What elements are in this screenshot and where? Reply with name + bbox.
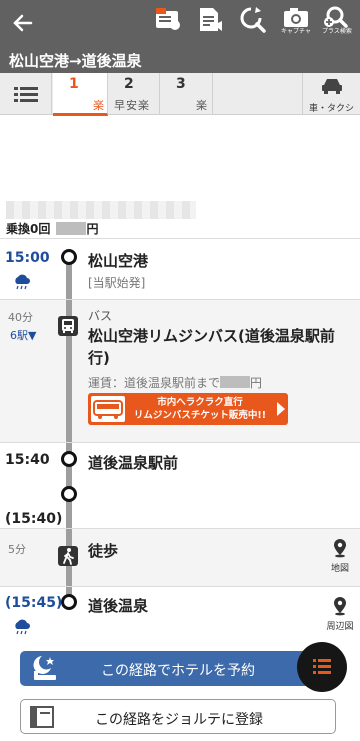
- walking-person-icon: [58, 546, 78, 566]
- bus-fare-unit: 円: [250, 376, 263, 390]
- route-summary: 乗換0回 円: [6, 220, 99, 237]
- walk-start-node: [61, 486, 77, 502]
- car-taxi-tab[interactable]: 車・タクシ: [302, 73, 360, 115]
- area-map-label: 周辺図: [326, 622, 354, 632]
- list-menu-icon: [313, 659, 331, 674]
- walk-segment: [0, 529, 360, 586]
- banner-arrow-icon: [277, 402, 285, 416]
- bus-fare: 運賃：道後温泉駅前まで 円: [88, 374, 262, 391]
- route-title-bar: 松山空港→道後温泉: [0, 45, 360, 73]
- tab-route-1[interactable]: 1 楽: [53, 73, 108, 116]
- bus-fare-label: 運賃：道後温泉駅前まで: [88, 376, 221, 390]
- bus-logo-icon: [91, 396, 125, 422]
- arrival-station[interactable]: 道後温泉駅前: [88, 452, 178, 473]
- map-label: 地図: [330, 564, 349, 574]
- bus-duration: 40分: [8, 311, 33, 324]
- tab-1-number: 1: [69, 76, 79, 92]
- ad-space: [0, 116, 360, 198]
- arrow-left-icon[interactable]: [10, 10, 36, 36]
- area-map-button[interactable]: 周辺図: [322, 596, 358, 632]
- bus-icon: [58, 316, 78, 336]
- jorte-register-button[interactable]: この経路をジョルテに登録: [20, 699, 336, 734]
- rain-cloud-icon: [15, 619, 30, 635]
- app-bar: キャプチャ プラス検索: [0, 0, 360, 45]
- map-pin-icon: [334, 539, 346, 558]
- banner-line-2: リムジンバスチケット販売中!!: [133, 410, 267, 421]
- tab-3-number: 3: [176, 76, 186, 92]
- walk-duration: 5分: [8, 543, 26, 556]
- station-node: [61, 451, 77, 467]
- divider: [0, 442, 360, 443]
- departure-time: 15:00: [5, 250, 50, 266]
- arrival-time: 15:40: [5, 452, 50, 468]
- tab-2-tag-fast: 早: [114, 99, 125, 112]
- walk-start-time: (15:40): [5, 511, 63, 527]
- car-taxi-label: 車・タクシ: [308, 104, 354, 114]
- transit-card-icon[interactable]: [150, 5, 184, 43]
- menu-list-fab[interactable]: [297, 642, 347, 692]
- bus-stops-toggle[interactable]: 6駅▼: [10, 327, 36, 343]
- bus-fare-redacted: [220, 376, 251, 388]
- tab-route-3[interactable]: 3 楽: [160, 73, 213, 115]
- route-tabs: 1 楽 2 早安楽 3 楽 車・タクシ: [0, 73, 360, 116]
- plus-search-caption: プラス検索: [322, 28, 352, 35]
- jorte-register-label: この経路をジョルテに登録: [95, 712, 263, 728]
- divider: [0, 238, 360, 239]
- tab-2-tag-cheap: 安: [126, 99, 137, 112]
- camera-caption: キャプチャ: [281, 28, 311, 35]
- destination-station[interactable]: 道後温泉: [88, 595, 148, 616]
- banner-line-1: 市内へラクラク直行: [157, 397, 243, 408]
- tab-1-tag: 楽: [93, 99, 104, 112]
- station-node: [61, 249, 77, 265]
- bus-line-name[interactable]: 松山空港リムジンバス(道後温泉駅前行): [88, 325, 350, 369]
- map-pin-icon: [334, 597, 346, 616]
- map-button[interactable]: 地図: [322, 538, 358, 574]
- divider: [0, 586, 360, 587]
- bus-type: バス: [88, 309, 113, 323]
- tab-3-tag: 楽: [196, 99, 207, 112]
- transfer-count: 乗換0回: [6, 222, 51, 236]
- camera-icon[interactable]: キャプチャ: [279, 5, 313, 43]
- departure-note: [当駅始発]: [88, 276, 146, 290]
- station-node: [61, 594, 77, 610]
- route-title: 松山空港→道後温泉: [9, 52, 142, 70]
- departure-station[interactable]: 松山空港: [88, 250, 148, 271]
- search-refresh-icon[interactable]: [236, 5, 270, 43]
- fare-redacted: [55, 222, 86, 235]
- tab-2-tag-easy: 楽: [138, 99, 149, 112]
- memo-share-icon[interactable]: [192, 5, 226, 43]
- car-icon: [321, 79, 342, 94]
- fare-unit: 円: [86, 222, 99, 236]
- rain-cloud-icon: [15, 274, 30, 290]
- tab-route-2[interactable]: 2 早安楽: [108, 73, 160, 115]
- fare-details-redacted: [6, 201, 196, 219]
- walk-label: 徒歩: [88, 542, 119, 560]
- destination-time: (15:45): [5, 595, 63, 611]
- hotel-booking-button[interactable]: この経路でホテルを予約 ›: [20, 651, 336, 686]
- hotel-booking-label: この経路でホテルを予約: [101, 663, 255, 679]
- list-menu-icon[interactable]: [0, 73, 52, 115]
- tab-2-number: 2: [124, 76, 134, 92]
- plus-search-icon[interactable]: プラス検索: [320, 5, 354, 43]
- limousine-bus-ticket-banner[interactable]: 市内へラクラク直行 リムジンバスチケット販売中!!: [88, 393, 288, 425]
